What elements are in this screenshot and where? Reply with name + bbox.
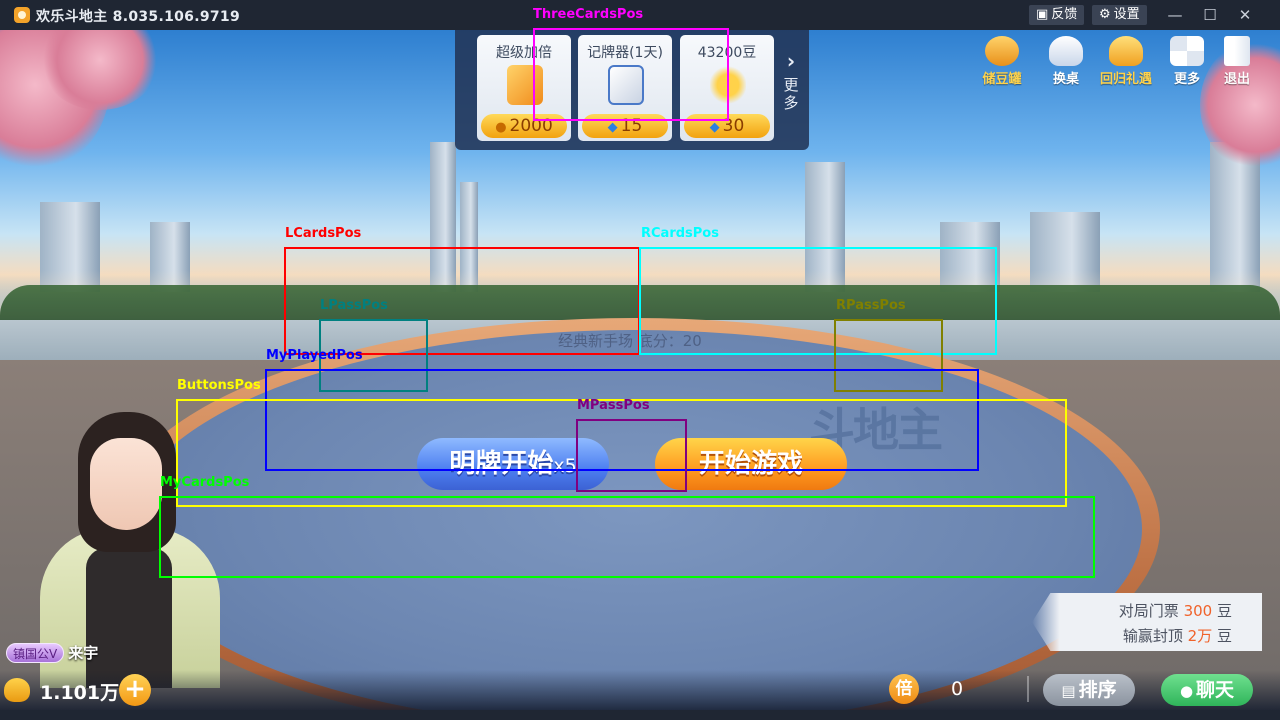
bean-balance: 1.101万 <box>40 682 120 704</box>
shop-more-button[interactable]: › 更多 <box>780 49 802 112</box>
bean-jar-icon <box>985 36 1019 66</box>
app-logo-icon <box>14 7 30 23</box>
price-value: 15 <box>620 116 643 136</box>
character-face <box>90 438 162 530</box>
return-gift-button[interactable]: 回归礼遇 <box>1100 36 1152 87</box>
ticket-value: 300 <box>1183 602 1213 620</box>
chat-bubble-icon: ● <box>1179 682 1194 700</box>
shop-item-super-double[interactable]: 超级加倍 ● 2000 <box>477 35 571 141</box>
multiplier-value: 0 <box>951 678 964 700</box>
vip-badge: 镇国公V <box>6 643 65 663</box>
close-button[interactable]: ✕ <box>1233 5 1257 25</box>
open-cards-multiplier: x5 <box>553 455 577 477</box>
debug-label-three-cards: ThreeCardsPos <box>533 7 644 22</box>
start-game-button[interactable]: 开始游戏 <box>655 438 847 490</box>
minimize-button[interactable]: — <box>1163 5 1187 25</box>
debug-label-right-pass: RPassPos <box>836 298 906 313</box>
open-cards-label: 明牌开始 <box>449 449 554 479</box>
price-value: 30 <box>722 116 745 136</box>
ghost-icon <box>1049 36 1083 66</box>
sort-button[interactable]: ▤ 排序 <box>1043 674 1135 706</box>
shop-panel: 超级加倍 ● 2000 记牌器(1天) ◆ 15 43200豆 ◆ 30 › 更多 <box>455 30 809 150</box>
multiplier-icon: 倍 <box>889 674 919 704</box>
ticket-label: 对局门票 <box>1118 602 1179 620</box>
shop-more-label: 更多 <box>783 76 799 112</box>
cap-row: 输赢封顶 2万 豆 <box>1123 625 1232 646</box>
coin-icon: ● <box>495 120 507 135</box>
shop-item-price: ◆ 15 <box>582 114 668 138</box>
shop-item-card-counter[interactable]: 记牌器(1天) ◆ 15 <box>578 35 672 141</box>
chevron-right-icon: › <box>786 49 796 73</box>
open-cards-start-button[interactable]: 明牌开始x5 <box>417 438 609 490</box>
player-name: 来宇 <box>68 644 99 662</box>
maximize-button[interactable]: ☐ <box>1198 5 1222 25</box>
debug-label-buttons: ButtonsPos <box>177 378 261 393</box>
chat-button[interactable]: ● 聊天 <box>1161 674 1253 706</box>
diamond-icon: ◆ <box>607 120 618 135</box>
change-table-button[interactable]: 换桌 <box>1040 36 1092 87</box>
cap-value: 2万 <box>1187 627 1213 645</box>
table-info: 经典新手场 底分：20 <box>558 332 702 350</box>
feedback-button[interactable]: ▣ 反馈 <box>1029 5 1085 25</box>
debug-label-my-cards: MyCardsPos <box>160 475 250 490</box>
settings-label: 设置 <box>1113 7 1140 22</box>
settings-button[interactable]: ⚙ 设置 <box>1092 5 1147 25</box>
game-table-felt <box>126 330 1142 710</box>
bottom-bar: 1.101万 + 倍 0 ▤ 排序 ● 聊天 <box>0 670 1280 710</box>
diamond-icon: ◆ <box>709 120 720 135</box>
debug-label-my-played: MyPlayedPos <box>266 348 363 363</box>
shop-item-name: 超级加倍 <box>496 45 552 61</box>
exit-button[interactable]: 退出 <box>1211 36 1263 87</box>
double-card-icon <box>507 65 543 105</box>
grid-icon <box>1170 36 1204 66</box>
chat-label: 聊天 <box>1196 679 1235 701</box>
character-vest <box>86 548 172 688</box>
feedback-icon: ▣ <box>1036 7 1049 22</box>
ticket-unit: 豆 <box>1216 602 1232 620</box>
shop-item-price: ● 2000 <box>481 114 567 138</box>
game-scene: 经典新手场 底分：20 斗地主 超级加倍 ● 2000 记牌器(1天) ◆ 15 4… <box>0 30 1280 710</box>
shop-item-price: ◆ 30 <box>684 114 770 138</box>
ticket-row: 对局门票 300 豆 <box>1119 600 1232 621</box>
change-table-label: 换桌 <box>1052 72 1079 87</box>
debug-label-right-cards: RCardsPos <box>641 226 719 241</box>
shop-item-beans[interactable]: 43200豆 ◆ 30 <box>680 35 774 141</box>
add-beans-button[interactable]: + <box>119 674 151 706</box>
debug-label-left-cards: LCardsPos <box>285 226 362 241</box>
bottom-window-border <box>0 710 1280 720</box>
shop-item-name: 43200豆 <box>697 45 757 61</box>
bean-pile-icon <box>710 65 746 105</box>
bean-icon <box>4 678 30 702</box>
sort-label: 排序 <box>1078 679 1117 701</box>
gear-icon: ⚙ <box>1099 7 1111 22</box>
debug-label-my-pass: MPassPos <box>577 398 650 413</box>
feedback-label: 反馈 <box>1051 7 1078 22</box>
shop-item-name: 记牌器(1天) <box>587 45 663 61</box>
exit-label: 退出 <box>1223 72 1250 87</box>
price-value: 2000 <box>509 116 553 136</box>
player-tag: 镇国公V 来宇 <box>6 642 98 664</box>
debug-label-left-pass: LPassPos <box>320 298 388 313</box>
divider <box>1027 676 1029 702</box>
more-label: 更多 <box>1173 72 1200 87</box>
bean-jar-button[interactable]: 储豆罐 <box>976 36 1028 87</box>
return-gift-label: 回归礼遇 <box>1100 72 1153 87</box>
card-counter-icon <box>608 65 644 105</box>
return-gift-icon <box>1109 36 1143 66</box>
fee-panel: 对局门票 300 豆 输赢封顶 2万 豆 <box>1032 593 1262 651</box>
window-title: 欢乐斗地主 8.035.106.9719 <box>36 9 240 25</box>
more-button[interactable]: 更多 <box>1161 36 1213 87</box>
exit-icon <box>1224 36 1250 66</box>
cap-unit: 豆 <box>1216 627 1232 645</box>
bean-jar-label: 储豆罐 <box>982 72 1022 87</box>
sort-icon: ▤ <box>1061 682 1076 700</box>
cap-label: 输赢封顶 <box>1122 627 1183 645</box>
